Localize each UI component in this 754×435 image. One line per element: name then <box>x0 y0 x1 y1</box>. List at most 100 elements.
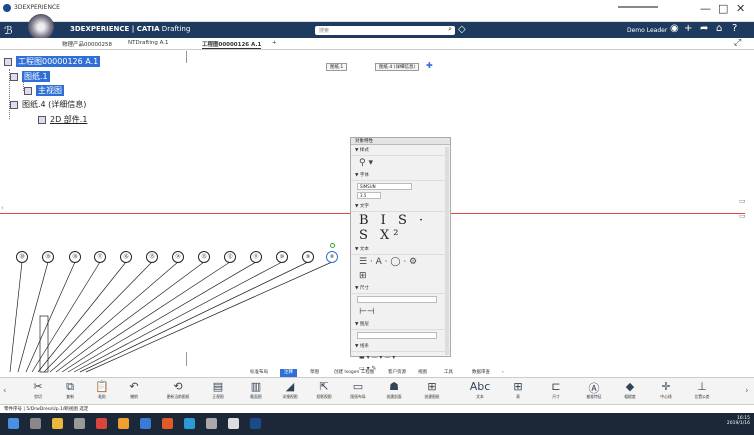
tab-view[interactable]: 视图 <box>414 369 431 377</box>
tool-button[interactable]: ⊏ 尺寸 <box>538 380 574 400</box>
sheet-tab-1[interactable]: 图纸.1 <box>326 63 348 71</box>
clock[interactable]: 16:15 2019/1/16 <box>727 416 750 426</box>
balloon-15[interactable]: ⑮ <box>146 251 158 263</box>
tab-annotation[interactable]: 注释 <box>280 369 297 377</box>
balloon-20[interactable]: ⑳ <box>16 251 28 263</box>
tool-button[interactable]: ↶ 撤销 <box>116 380 152 400</box>
tool-button[interactable]: ☗ 创建剖面 <box>376 380 412 400</box>
app-icon[interactable] <box>228 418 239 429</box>
balloon-13[interactable]: ⑬ <box>198 251 210 263</box>
app-icon[interactable] <box>162 418 173 429</box>
properties-header[interactable]: 对象特性 <box>351 138 450 145</box>
section-dimension[interactable]: ▼ 尺寸 <box>351 283 450 294</box>
section-paragraph[interactable]: ▼ 文本 <box>351 244 450 255</box>
user-avatar-icon[interactable]: ◉ <box>670 23 679 34</box>
explorer-icon[interactable] <box>52 418 63 429</box>
tool-button[interactable]: ▭ 图纸布局 <box>340 380 376 400</box>
tool-button[interactable]: ◢ 详细视图 <box>272 380 308 400</box>
app-icon[interactable] <box>96 418 107 429</box>
tree-item-2d-component[interactable]: 2D 部件.1 <box>38 114 87 125</box>
app-icon[interactable] <box>184 418 195 429</box>
splitter[interactable] <box>186 352 187 366</box>
app-icon[interactable] <box>118 418 129 429</box>
tab-sketch[interactable]: 草图 <box>306 369 323 377</box>
tree-item-front-view[interactable]: 主视图 <box>24 85 64 96</box>
section-text[interactable]: ▼ 文字 <box>351 201 450 212</box>
tool-button[interactable]: 📋 粘贴 <box>84 380 120 400</box>
add-sheet-icon[interactable]: ✚ <box>426 61 433 70</box>
text-format-buttons[interactable]: B I S · S X² <box>351 212 450 244</box>
line-style-tools[interactable]: ▬ ▾ — ▾ — ▾ <box>351 352 450 363</box>
home-icon[interactable]: ⌂ <box>716 23 722 34</box>
balloon-8[interactable]: ⑧ <box>326 251 338 263</box>
tabs-more-icon[interactable]: › <box>498 369 508 377</box>
tab-drawing[interactable]: 工程图00000126 A.1 <box>202 40 262 49</box>
frame-tool[interactable]: ⊞ <box>351 269 450 283</box>
section-layer[interactable]: ▼ 图层 <box>351 319 450 330</box>
tab-resources[interactable]: 客户资源 <box>384 369 410 377</box>
catia-icon[interactable] <box>250 418 261 429</box>
dimension-select[interactable] <box>357 296 437 303</box>
share-icon[interactable]: ➦ <box>700 23 708 34</box>
font-size-select[interactable]: 3.5 <box>357 192 381 199</box>
side-panel-icon[interactable]: ▭ <box>739 197 746 205</box>
style-picker[interactable]: ⚲ ▾ <box>351 156 450 170</box>
expand-icon[interactable]: ⤢ <box>734 38 741 48</box>
balloon-10[interactable]: ⑩ <box>276 251 288 263</box>
tool-button[interactable]: ⇱ 投影视图 <box>306 380 342 400</box>
tab-standard[interactable]: 标准布局 <box>246 369 272 377</box>
handle-point[interactable] <box>330 243 335 248</box>
tree-item-sheet1[interactable]: 图纸.1 <box>10 71 50 82</box>
balloon-14[interactable]: ⑭ <box>172 251 184 263</box>
properties-scrollbar[interactable] <box>445 147 449 355</box>
close-button[interactable]: ✕ <box>736 2 745 15</box>
balloon-16[interactable]: ⑯ <box>120 251 132 263</box>
tool-button[interactable]: ◆ 粗糙度 <box>612 380 648 400</box>
tab-tools[interactable]: 工具 <box>440 369 457 377</box>
minimize-button[interactable]: — <box>700 2 711 15</box>
ds-logo-icon[interactable]: ℬ <box>4 24 13 37</box>
balloon-17[interactable]: ⑰ <box>94 251 106 263</box>
balloon-9[interactable]: ⑨ <box>302 251 314 263</box>
balloon-18[interactable]: ⑱ <box>69 251 81 263</box>
tool-button[interactable]: ▥ 截面图 <box>238 380 274 400</box>
app-icon[interactable] <box>74 418 85 429</box>
toolbar-scroll-left-icon[interactable]: ‹ <box>3 386 7 396</box>
tag-icon[interactable]: ◇ <box>458 24 466 35</box>
tab-data-review[interactable]: 数据审查 <box>468 369 494 377</box>
tool-button[interactable]: ✛ 中心线 <box>648 380 684 400</box>
tool-button[interactable]: ✂ 剪切 <box>20 380 56 400</box>
tool-button[interactable]: Abc 文本 <box>462 380 498 400</box>
help-icon[interactable]: ? <box>732 23 737 34</box>
splitter[interactable] <box>186 51 187 63</box>
dimension-icon[interactable]: ⊢⊣ <box>351 305 450 319</box>
tree-item-drawing[interactable]: 工程图00000126 A.1 <box>4 56 101 67</box>
side-panel-icon[interactable]: ▭ <box>739 212 746 220</box>
user-name[interactable]: Demo Leader <box>627 27 667 34</box>
alignment-tools[interactable]: ☰ · A · ◯ · ⚙ <box>351 255 450 269</box>
tree-item-sheet4[interactable]: 图纸.4 (详细信息) <box>10 99 86 110</box>
balloon-19[interactable]: ⑲ <box>42 251 54 263</box>
section-font[interactable]: ▼ 字体 <box>351 170 450 181</box>
search-input[interactable]: 搜索 ⌕ <box>315 25 455 35</box>
tool-button[interactable]: ⟲ 更新当前图纸 <box>160 380 196 400</box>
font-name-select[interactable]: SIMSUN <box>357 183 412 190</box>
search-icon[interactable] <box>30 418 41 429</box>
compass-icon[interactable] <box>28 14 54 40</box>
start-icon[interactable] <box>8 418 19 429</box>
balloon-11[interactable]: ⑪ <box>250 251 262 263</box>
tab-isogen[interactable]: 创建 Isogen 工程图 <box>330 369 378 377</box>
layer-select[interactable] <box>357 332 437 339</box>
search-icon[interactable]: ⌕ <box>448 25 452 34</box>
tool-button[interactable]: ⧉ 复制 <box>52 380 88 400</box>
tab-ntdrafting[interactable]: NTDrafting A.1 <box>128 40 169 46</box>
toolbar-scroll-right-icon[interactable]: › <box>745 386 749 396</box>
balloon-12[interactable]: ⑫ <box>224 251 236 263</box>
sheet-tab-4[interactable]: 图纸.4 (详细信息) <box>375 63 420 71</box>
tool-button[interactable]: ⊥ 位置公差 <box>684 380 720 400</box>
app-icon[interactable] <box>140 418 151 429</box>
section-style[interactable]: ▼ 样式 <box>351 145 450 156</box>
tab-physical-product[interactable]: 物理产品00000258 <box>62 40 112 48</box>
add-icon[interactable]: + <box>684 23 692 34</box>
left-scroll-icon[interactable]: ‹ <box>1 204 4 212</box>
